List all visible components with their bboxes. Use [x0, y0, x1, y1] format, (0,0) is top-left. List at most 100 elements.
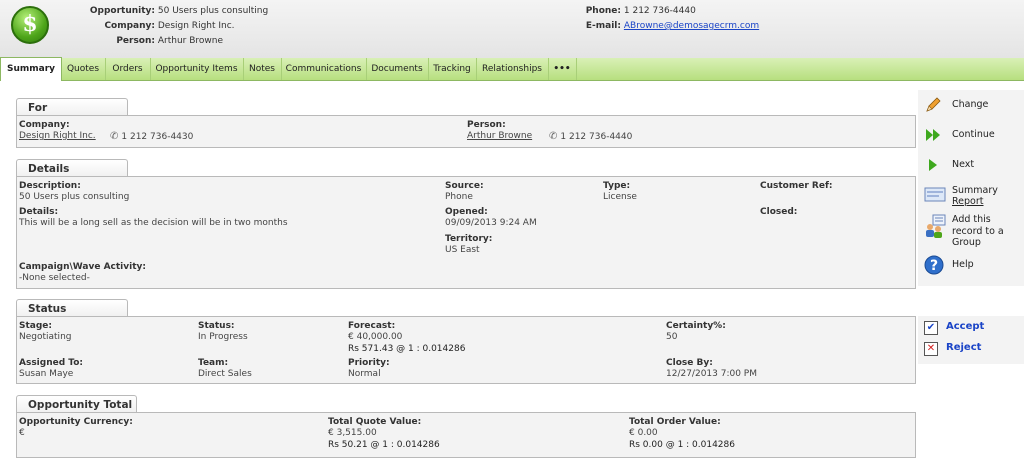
header-email-link[interactable]: ABrowne@demosagecrm.com — [624, 21, 759, 31]
total-quote-label: Total Quote Value: — [328, 417, 422, 427]
total-order-value: € 0.00 — [629, 428, 658, 438]
header-company-value: Design Right Inc. — [157, 21, 235, 31]
group-people-icon — [926, 214, 946, 238]
total-quote-conversion: Rs 50.21 @ 1 : 0.014286 — [328, 440, 440, 450]
tab-orders[interactable]: Orders — [105, 58, 151, 80]
details-type-value: License — [603, 192, 637, 202]
header-opportunity-label: Opportunity: — [89, 6, 155, 16]
header-email-label: E-mail: — [585, 21, 621, 31]
pencil-icon — [926, 97, 941, 112]
header-phone-value: 1 212 736-4440 — [623, 6, 696, 16]
report-icon — [924, 187, 946, 202]
change-label: Change — [952, 99, 989, 110]
header-opportunity-value: 50 Users plus consulting — [157, 6, 269, 16]
tab-tracking[interactable]: Tracking — [428, 58, 477, 80]
status-forecast-value: € 40,000.00 — [348, 332, 403, 342]
checkmark-icon: ✔ — [924, 321, 938, 335]
status-stage-label: Stage: — [19, 321, 53, 331]
add-to-group-line-3: Group — [952, 237, 981, 248]
status-status-value: In Progress — [198, 332, 248, 342]
details-details-value: This will be a long sell as the decision… — [19, 218, 288, 228]
for-company-phone: 1 212 736-4430 — [121, 132, 194, 142]
header-person-row: Person: Arthur Browne — [60, 36, 223, 46]
reject-label: Reject — [946, 342, 982, 353]
summary-report-label: Summary Report — [952, 185, 998, 207]
total-currency-label: Opportunity Currency: — [19, 417, 133, 427]
status-priority-value: Normal — [348, 369, 381, 379]
status-stage-value: Negotiating — [19, 332, 72, 342]
help-icon: ? — [924, 255, 944, 275]
status-panel — [16, 316, 916, 384]
status-panel-title: Status — [16, 299, 128, 317]
total-quote-value: € 3,515.00 — [328, 428, 377, 438]
details-details-label: Details: — [19, 207, 59, 217]
for-person-label: Person: — [467, 120, 506, 130]
status-certainty-value: 50 — [666, 332, 678, 342]
phone-icon: ✆ — [110, 131, 119, 142]
add-to-group-label: Add this record to a Group — [952, 214, 1004, 249]
tab-notes[interactable]: Notes — [243, 58, 282, 80]
for-panel-title: For — [16, 98, 128, 116]
record-header: $ Opportunity: 50 Users plus consulting … — [0, 0, 1024, 59]
status-closeby-label: Close By: — [666, 358, 713, 368]
phone-icon: ✆ — [549, 131, 558, 142]
details-source-label: Source: — [445, 181, 484, 191]
status-forecast-conversion: Rs 571.43 @ 1 : 0.014286 — [348, 344, 466, 354]
status-assigned-label: Assigned To: — [19, 358, 84, 368]
summary-report-line-2: Report — [952, 196, 984, 207]
details-closed-label: Closed: — [760, 207, 798, 217]
tab-bar: Summary Quotes Orders Opportunity Items … — [0, 57, 1024, 81]
header-company-label: Company: — [104, 21, 155, 31]
details-opened-value: 09/09/2013 9:24 AM — [445, 218, 537, 228]
status-assigned-value: Susan Maye — [19, 369, 74, 379]
status-certainty-label: Certainty%: — [666, 321, 726, 331]
details-source-value: Phone — [445, 192, 473, 202]
tab-documents[interactable]: Documents — [366, 58, 429, 80]
tab-more[interactable]: ••• — [548, 58, 577, 80]
opportunity-dollar-icon: $ — [11, 6, 49, 44]
header-person-label: Person: — [116, 36, 155, 46]
status-status-label: Status: — [198, 321, 235, 331]
status-closeby-value: 12/27/2013 7:00 PM — [666, 369, 757, 379]
tab-relationships[interactable]: Relationships — [476, 58, 549, 80]
add-to-group-line-1: Add this — [952, 214, 991, 225]
arrow-right-icon — [929, 159, 937, 171]
details-panel-title: Details — [16, 159, 128, 177]
add-to-group-line-2: record to a — [952, 225, 1004, 237]
double-arrow-icon — [926, 129, 940, 141]
accept-label: Accept — [946, 321, 985, 332]
for-company-link[interactable]: Design Right Inc. — [19, 131, 96, 141]
for-company-phone-row: ✆ 1 212 736-4430 — [110, 131, 193, 142]
header-company-row: Company: Design Right Inc. — [60, 21, 235, 31]
status-forecast-label: Forecast: — [348, 321, 396, 331]
summary-report-line-1: Summary — [952, 185, 998, 196]
details-description-label: Description: — [19, 181, 81, 191]
tab-summary[interactable]: Summary — [0, 57, 62, 81]
details-campaign-label: Campaign\Wave Activity: — [19, 262, 146, 272]
details-territory-value: US East — [445, 245, 480, 255]
tab-opportunity-items[interactable]: Opportunity Items — [150, 58, 244, 80]
svg-text:?: ? — [930, 258, 938, 274]
details-customer-ref-label: Customer Ref: — [760, 181, 833, 191]
details-type-label: Type: — [603, 181, 631, 191]
header-person-value: Arthur Browne — [157, 36, 224, 46]
total-order-label: Total Order Value: — [629, 417, 721, 427]
x-mark-icon: ✕ — [924, 342, 938, 356]
details-opened-label: Opened: — [445, 207, 488, 217]
total-order-conversion: Rs 0.00 @ 1 : 0.014286 — [629, 440, 735, 450]
tab-communications[interactable]: Communications — [281, 58, 367, 80]
for-person-link[interactable]: Arthur Browne — [467, 131, 532, 141]
status-team-label: Team: — [198, 358, 229, 368]
for-person-phone: 1 212 736-4440 — [560, 132, 633, 142]
tab-quotes[interactable]: Quotes — [61, 58, 106, 80]
for-person-phone-row: ✆ 1 212 736-4440 — [549, 131, 632, 142]
header-phone-row: Phone: 1 212 736-4440 — [585, 6, 696, 16]
details-campaign-value: -None selected- — [19, 273, 90, 283]
help-label: Help — [952, 259, 974, 270]
next-label: Next — [952, 159, 975, 170]
for-company-label: Company: — [19, 120, 70, 130]
total-panel — [16, 412, 916, 458]
header-opportunity-row: Opportunity: 50 Users plus consulting — [60, 6, 268, 16]
details-description-value: 50 Users plus consulting — [19, 192, 130, 202]
header-email-row: E-mail: ABrowne@demosagecrm.com — [585, 21, 759, 31]
